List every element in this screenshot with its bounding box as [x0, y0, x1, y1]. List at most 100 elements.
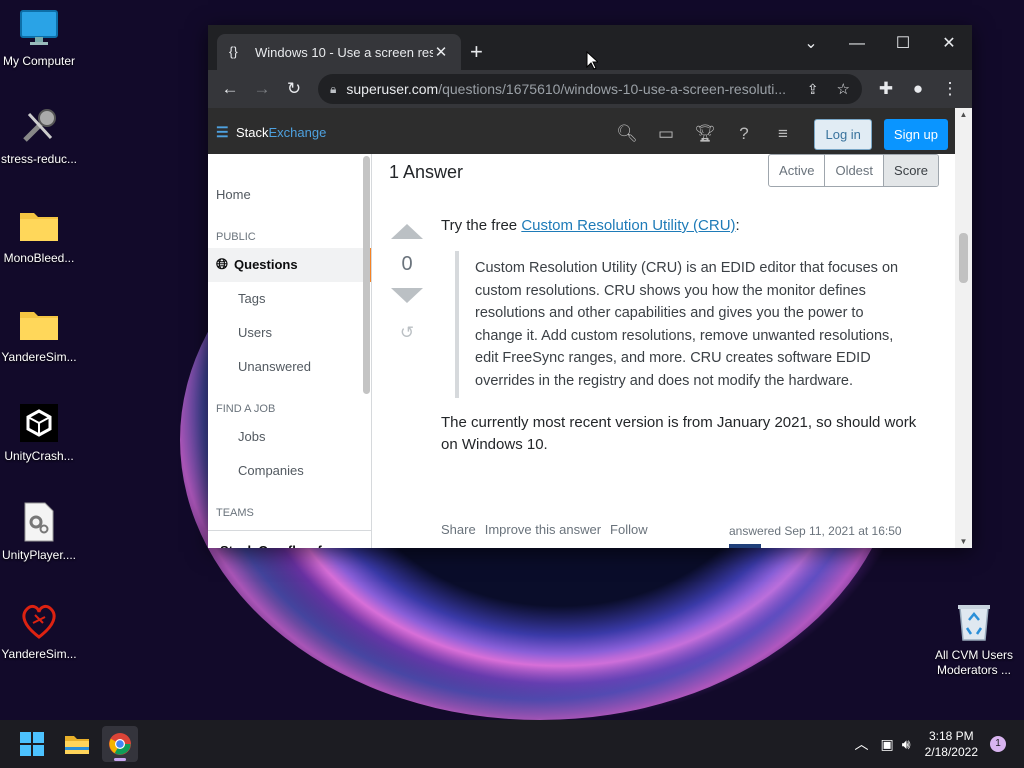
new-tab-button[interactable]: +	[470, 39, 483, 65]
system-tray: ︿ ▣ 🔊︎ 3:18 PM 2/18/2022 1	[855, 720, 1024, 768]
desktop-icon-yanderesim-folder[interactable]: YandereSim...	[0, 304, 78, 364]
tab-superuser[interactable]: {} Windows 10 - Use a screen resolu ✕	[217, 34, 461, 70]
taskbar: ︿ ▣ 🔊︎ 3:18 PM 2/18/2022 1	[0, 720, 1024, 768]
desktop-icon-label: YandereSim...	[1, 647, 77, 661]
chevron-up-icon[interactable]: ︿	[855, 734, 869, 754]
sort-tab-oldest[interactable]: Oldest	[824, 155, 883, 186]
address-bar[interactable]: 🔒︎ superuser.com/questions/1675610/windo…	[318, 74, 862, 104]
minimize-button[interactable]: —	[834, 31, 880, 57]
answer-blockquote: Custom Resolution Utility (CRU) is an ED…	[455, 251, 921, 398]
sidebar-scrollbar[interactable]	[363, 156, 370, 394]
clock-date: 2/18/2022	[924, 745, 978, 759]
logo-suffix: Exchange	[268, 125, 327, 140]
main-content: 1 Answer Active Oldest Score 0 ↺ Try the…	[373, 154, 955, 548]
network-icon[interactable]: ▣	[881, 736, 894, 753]
tab-title: Windows 10 - Use a screen resolu	[255, 44, 433, 60]
tab-search-icon[interactable]: ⌄	[788, 31, 834, 57]
desktop-icon-recycle-bin[interactable]: All CVM Users Moderators ...	[934, 602, 1014, 678]
sidebar-header-public: PUBLIC	[216, 231, 256, 243]
answer-signature: answered Sep 11, 2021 at 16:50	[729, 524, 902, 538]
sort-tab-score[interactable]: Score	[883, 155, 938, 186]
clock-time: 3:18 PM	[928, 729, 974, 743]
signup-button[interactable]: Sign up	[883, 118, 948, 150]
desktop-icon-label: UnityCrash...	[4, 449, 74, 463]
desktop-icon-label: UnityPlayer....	[1, 548, 77, 562]
sidebar-item-companies[interactable]: Companies	[208, 454, 371, 488]
answer-paragraph: The currently most recent version is fro…	[441, 414, 917, 453]
chrome-taskbar-button[interactable]	[102, 726, 138, 762]
file-explorer-button[interactable]	[59, 726, 95, 762]
notification-badge[interactable]: 1	[990, 736, 1006, 752]
scrollbar-thumb[interactable]	[959, 233, 968, 283]
stackexchange-logo[interactable]: ☰ Stack Exchange	[216, 124, 326, 141]
bookmark-star-icon[interactable]: ☆	[837, 80, 850, 98]
stackexchange-logo-icon: ☰	[216, 124, 229, 140]
close-window-button[interactable]: ✕	[926, 31, 972, 57]
scroll-up-arrow-icon[interactable]: ▲	[955, 110, 972, 119]
history-icon[interactable]: ↺	[389, 323, 425, 343]
start-button[interactable]	[14, 726, 50, 762]
help-icon[interactable]: ?	[730, 121, 757, 148]
sidebar-header-find-a-job: FIND A JOB	[216, 403, 276, 415]
unity-icon	[19, 403, 59, 443]
desktop-icon-my-computer[interactable]: My Computer	[0, 8, 78, 68]
site-switcher-icon[interactable]: ≡	[769, 121, 796, 148]
login-button[interactable]: Log in	[814, 118, 872, 150]
folder-icon	[19, 205, 59, 245]
volume-icon[interactable]: 🔊︎	[902, 736, 911, 753]
url-host: superuser.com	[346, 81, 439, 97]
header-actions: 🔍︎ ▭ 🏆︎ ? ≡ Log in Sign up	[613, 111, 948, 157]
desktop-icon-label: My Computer	[2, 54, 76, 68]
sidebar-item-unanswered[interactable]: Unanswered	[208, 350, 371, 384]
vote-cell: 0 ↺	[389, 224, 425, 343]
desktop-icon-monobleed[interactable]: MonoBleed...	[0, 205, 78, 265]
scroll-down-arrow-icon[interactable]: ▼	[955, 537, 972, 546]
desktop-icon-label: YandereSim...	[1, 350, 77, 364]
inbox-icon[interactable]: ▭	[652, 121, 679, 148]
sidebar-item-label: Questions	[234, 257, 298, 272]
close-tab-icon[interactable]: ✕	[433, 43, 449, 61]
answers-count-heading: 1 Answer	[389, 162, 464, 182]
sidebar-item-jobs[interactable]: Jobs	[208, 420, 371, 454]
logo-prefix: Stack	[236, 125, 269, 140]
reload-icon[interactable]: ↻	[280, 75, 308, 103]
achievements-trophy-icon[interactable]: 🏆︎	[691, 121, 718, 148]
answer-body: Try the free Custom Resolution Utility (…	[441, 215, 921, 456]
back-arrow-icon[interactable]: ←	[216, 75, 244, 103]
sidebar-item-teams[interactable]: Stack Overflow for	[208, 530, 371, 548]
folder-icon	[19, 304, 59, 344]
heart-icon	[19, 601, 59, 641]
answer-intro: Try the free Custom Resolution Utility (…	[441, 217, 740, 234]
recycle-bin-icon	[956, 602, 992, 642]
maximize-button[interactable]: ☐	[880, 31, 926, 57]
desktop-icon-stress[interactable]: stress-reduc...	[0, 106, 78, 166]
sidebar-item-tags[interactable]: Tags	[208, 282, 371, 316]
avatar[interactable]	[729, 544, 761, 548]
browser-toolbar: ← → ↻ 🔒︎ superuser.com/questions/1675610…	[208, 70, 972, 108]
sidebar-item-users[interactable]: Users	[208, 316, 371, 350]
share-link[interactable]: Share	[441, 522, 476, 537]
folder-icon	[65, 736, 89, 754]
clock[interactable]: 3:18 PM 2/18/2022	[925, 728, 978, 760]
desktop-icon-unityplayer[interactable]: UnityPlayer....	[0, 502, 78, 562]
follow-link[interactable]: Follow	[610, 522, 648, 537]
extensions-icon[interactable]: ✚	[872, 75, 900, 103]
desktop-icon-yanderesim-app[interactable]: YandereSim...	[0, 601, 78, 661]
desktop-icon-unitycrash[interactable]: UnityCrash...	[0, 403, 78, 463]
improve-answer-link[interactable]: Improve this answer	[485, 522, 601, 537]
profile-icon[interactable]: ●	[904, 75, 932, 103]
menu-kebab-icon[interactable]: ⋮	[936, 75, 964, 103]
share-icon[interactable]: ⇪	[807, 81, 819, 98]
page-scrollbar[interactable]: ▲ ▼	[955, 108, 972, 548]
superuser-favicon-icon: {}	[229, 44, 238, 59]
sort-tab-active[interactable]: Active	[769, 155, 824, 186]
upvote-arrow-icon[interactable]	[391, 224, 423, 239]
search-icon[interactable]: 🔍︎	[613, 121, 640, 148]
downvote-arrow-icon[interactable]	[391, 288, 423, 303]
chrome-icon	[109, 733, 131, 755]
sidebar-item-questions[interactable]: 🌐︎ Questions	[208, 248, 371, 282]
vote-count: 0	[401, 253, 413, 275]
sidebar-item-home[interactable]: Home	[208, 178, 371, 212]
cru-link[interactable]: Custom Resolution Utility (CRU)	[521, 217, 735, 234]
forward-arrow-icon[interactable]: →	[248, 75, 276, 103]
